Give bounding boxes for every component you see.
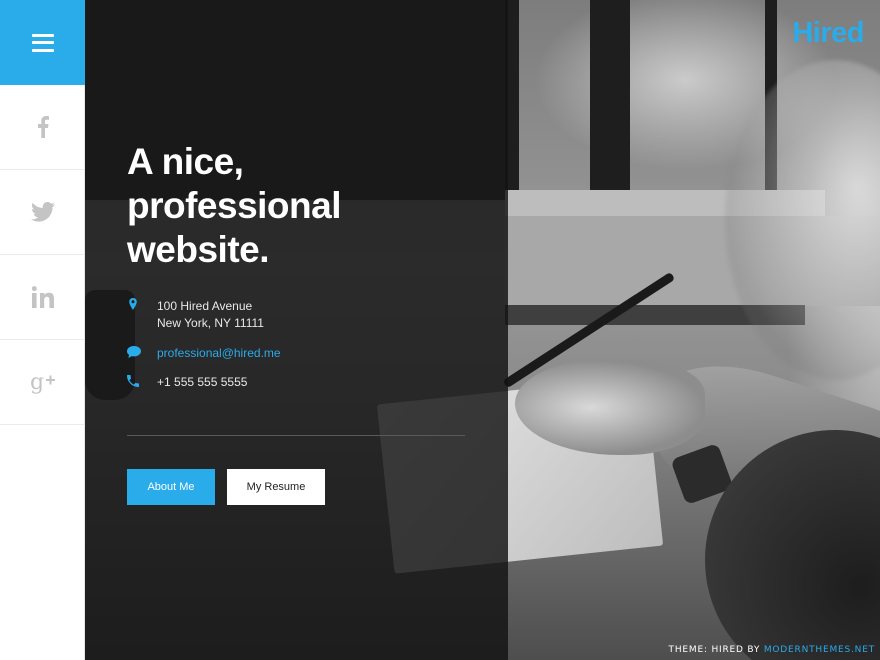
credit-prefix: THEME: HIRED BY [668,645,764,655]
hamburger-icon [31,33,54,52]
email-link[interactable]: professional@hired.me [157,345,281,362]
headline-line: professional [127,185,342,226]
headline-line: A nice, [127,141,244,182]
headline-line: website. [127,229,270,270]
linkedin-link[interactable] [0,255,85,340]
site-logo[interactable]: Hired [792,17,864,50]
section-divider [127,435,465,436]
google-plus-icon: g [30,370,55,394]
map-pin-icon [129,298,137,310]
facebook-link[interactable] [0,85,85,170]
address-line-1: 100 Hired Avenue [157,299,253,313]
svg-text:g: g [30,370,44,394]
my-resume-button[interactable]: My Resume [227,469,325,505]
linkedin-icon [31,286,54,308]
phone-icon [127,375,139,387]
twitter-link[interactable] [0,170,85,255]
chat-bubble-icon [127,346,141,358]
menu-button[interactable] [0,0,85,85]
sidebar: g [0,0,85,660]
theme-credit: THEME: HIRED BY MODERNTHEMES.NET [669,645,875,655]
twitter-icon [30,202,55,222]
hero-dark-overlay [85,0,508,660]
google-plus-link[interactable]: g [0,340,85,425]
about-me-button[interactable]: About Me [127,469,215,505]
address-line-2: New York, NY 11111 [157,316,264,330]
phone-number[interactable]: +1 555 555 5555 [157,374,247,391]
hero-headline: A nice, professional website. [127,140,467,272]
facebook-icon [37,116,49,138]
credit-link[interactable]: MODERNTHEMES.NET [764,645,875,655]
